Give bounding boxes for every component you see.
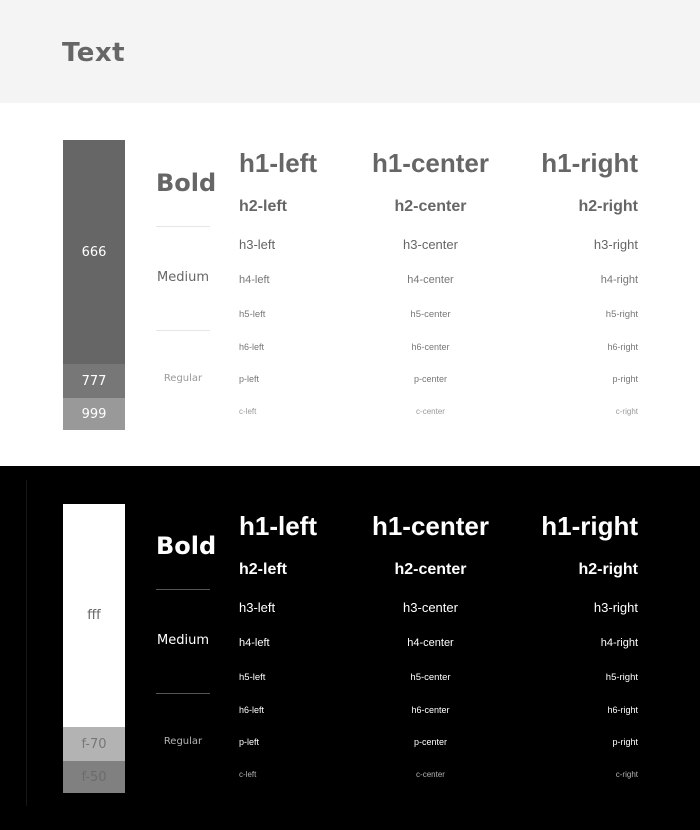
h2-center-sample: h2-center	[394, 198, 467, 215]
h6-center-sample: h6-center	[411, 705, 450, 715]
swatch-666: 666	[63, 140, 125, 364]
swatch-999: 999	[63, 398, 125, 430]
weight-divider	[156, 589, 210, 590]
h6-right-sample: h6-right	[607, 705, 638, 715]
c-right-sample: c-right	[615, 407, 638, 416]
p-center-sample: p-center	[413, 374, 448, 384]
h5-right-sample: h5-right	[605, 672, 638, 683]
h6-left-sample: h6-left	[239, 705, 265, 715]
h5-left-sample: h5-left	[239, 309, 266, 320]
weight-regular-label: Regular	[163, 373, 203, 384]
h4-left-sample: h4-left	[239, 274, 270, 286]
weight-divider	[156, 226, 210, 227]
h2-left-sample: h2-left	[239, 561, 287, 578]
light-color-swatch-stack: 666 777 999	[63, 140, 125, 430]
dark-theme-panel: fff f-70 f-50 Bold Medium Regular h1-lef…	[0, 466, 700, 830]
c-left-sample: c-left	[239, 407, 257, 416]
swatch-f-70: f-70	[63, 727, 125, 761]
h4-right-sample: h4-right	[600, 274, 638, 286]
h5-right-sample: h5-right	[605, 309, 638, 320]
h1-center-sample: h1-center	[371, 511, 490, 541]
h1-right-sample: h1-right	[541, 511, 638, 541]
p-left-sample: p-left	[239, 374, 260, 384]
dark-color-swatch-stack: fff f-70 f-50	[63, 504, 125, 793]
h1-left-sample: h1-left	[239, 511, 317, 541]
h2-right-sample: h2-right	[578, 561, 638, 578]
swatch-777: 777	[63, 364, 125, 398]
c-right-sample: c-right	[615, 770, 638, 779]
h1-center-sample: h1-center	[371, 148, 490, 178]
p-center-sample: p-center	[413, 737, 448, 747]
h3-right-sample: h3-right	[593, 237, 638, 252]
h5-left-sample: h5-left	[239, 672, 266, 683]
swatch-fff: fff	[63, 504, 125, 727]
c-left-sample: c-left	[239, 770, 257, 779]
h5-center-sample: h5-center	[410, 672, 451, 683]
weight-divider	[156, 330, 210, 331]
page-title: Text	[62, 38, 126, 68]
h4-right-sample: h4-right	[600, 637, 638, 649]
weight-bold-label: Bold	[156, 532, 217, 560]
h5-center-sample: h5-center	[410, 309, 451, 320]
h3-right-sample: h3-right	[593, 600, 638, 615]
weight-bold-label: Bold	[156, 169, 217, 197]
h1-right-sample: h1-right	[541, 148, 638, 178]
p-right-sample: p-right	[612, 737, 638, 747]
h3-center-sample: h3-center	[403, 237, 458, 252]
h4-center-sample: h4-center	[407, 274, 454, 286]
c-center-sample: c-center	[416, 407, 445, 416]
h1-left-sample: h1-left	[239, 148, 317, 178]
weight-medium-label: Medium	[157, 633, 209, 648]
weight-medium-label: Medium	[157, 270, 209, 285]
weight-regular-label: Regular	[163, 736, 203, 747]
h6-right-sample: h6-right	[607, 342, 638, 352]
panel-edge-line	[26, 480, 27, 806]
p-right-sample: p-right	[612, 374, 638, 384]
h2-left-sample: h2-left	[239, 198, 287, 215]
h4-left-sample: h4-left	[239, 637, 270, 649]
h2-right-sample: h2-right	[578, 198, 638, 215]
swatch-f-50: f-50	[63, 761, 125, 793]
h3-left-sample: h3-left	[239, 237, 276, 252]
light-theme-panel: 666 777 999 Bold Medium Regular h1-left …	[0, 103, 700, 466]
page-header: Text	[0, 0, 700, 103]
h4-center-sample: h4-center	[407, 637, 454, 649]
h3-left-sample: h3-left	[239, 600, 276, 615]
h3-center-sample: h3-center	[403, 600, 458, 615]
h6-left-sample: h6-left	[239, 342, 265, 352]
p-left-sample: p-left	[239, 737, 260, 747]
h2-center-sample: h2-center	[394, 561, 467, 578]
weight-divider	[156, 693, 210, 694]
h6-center-sample: h6-center	[411, 342, 450, 352]
c-center-sample: c-center	[416, 770, 445, 779]
